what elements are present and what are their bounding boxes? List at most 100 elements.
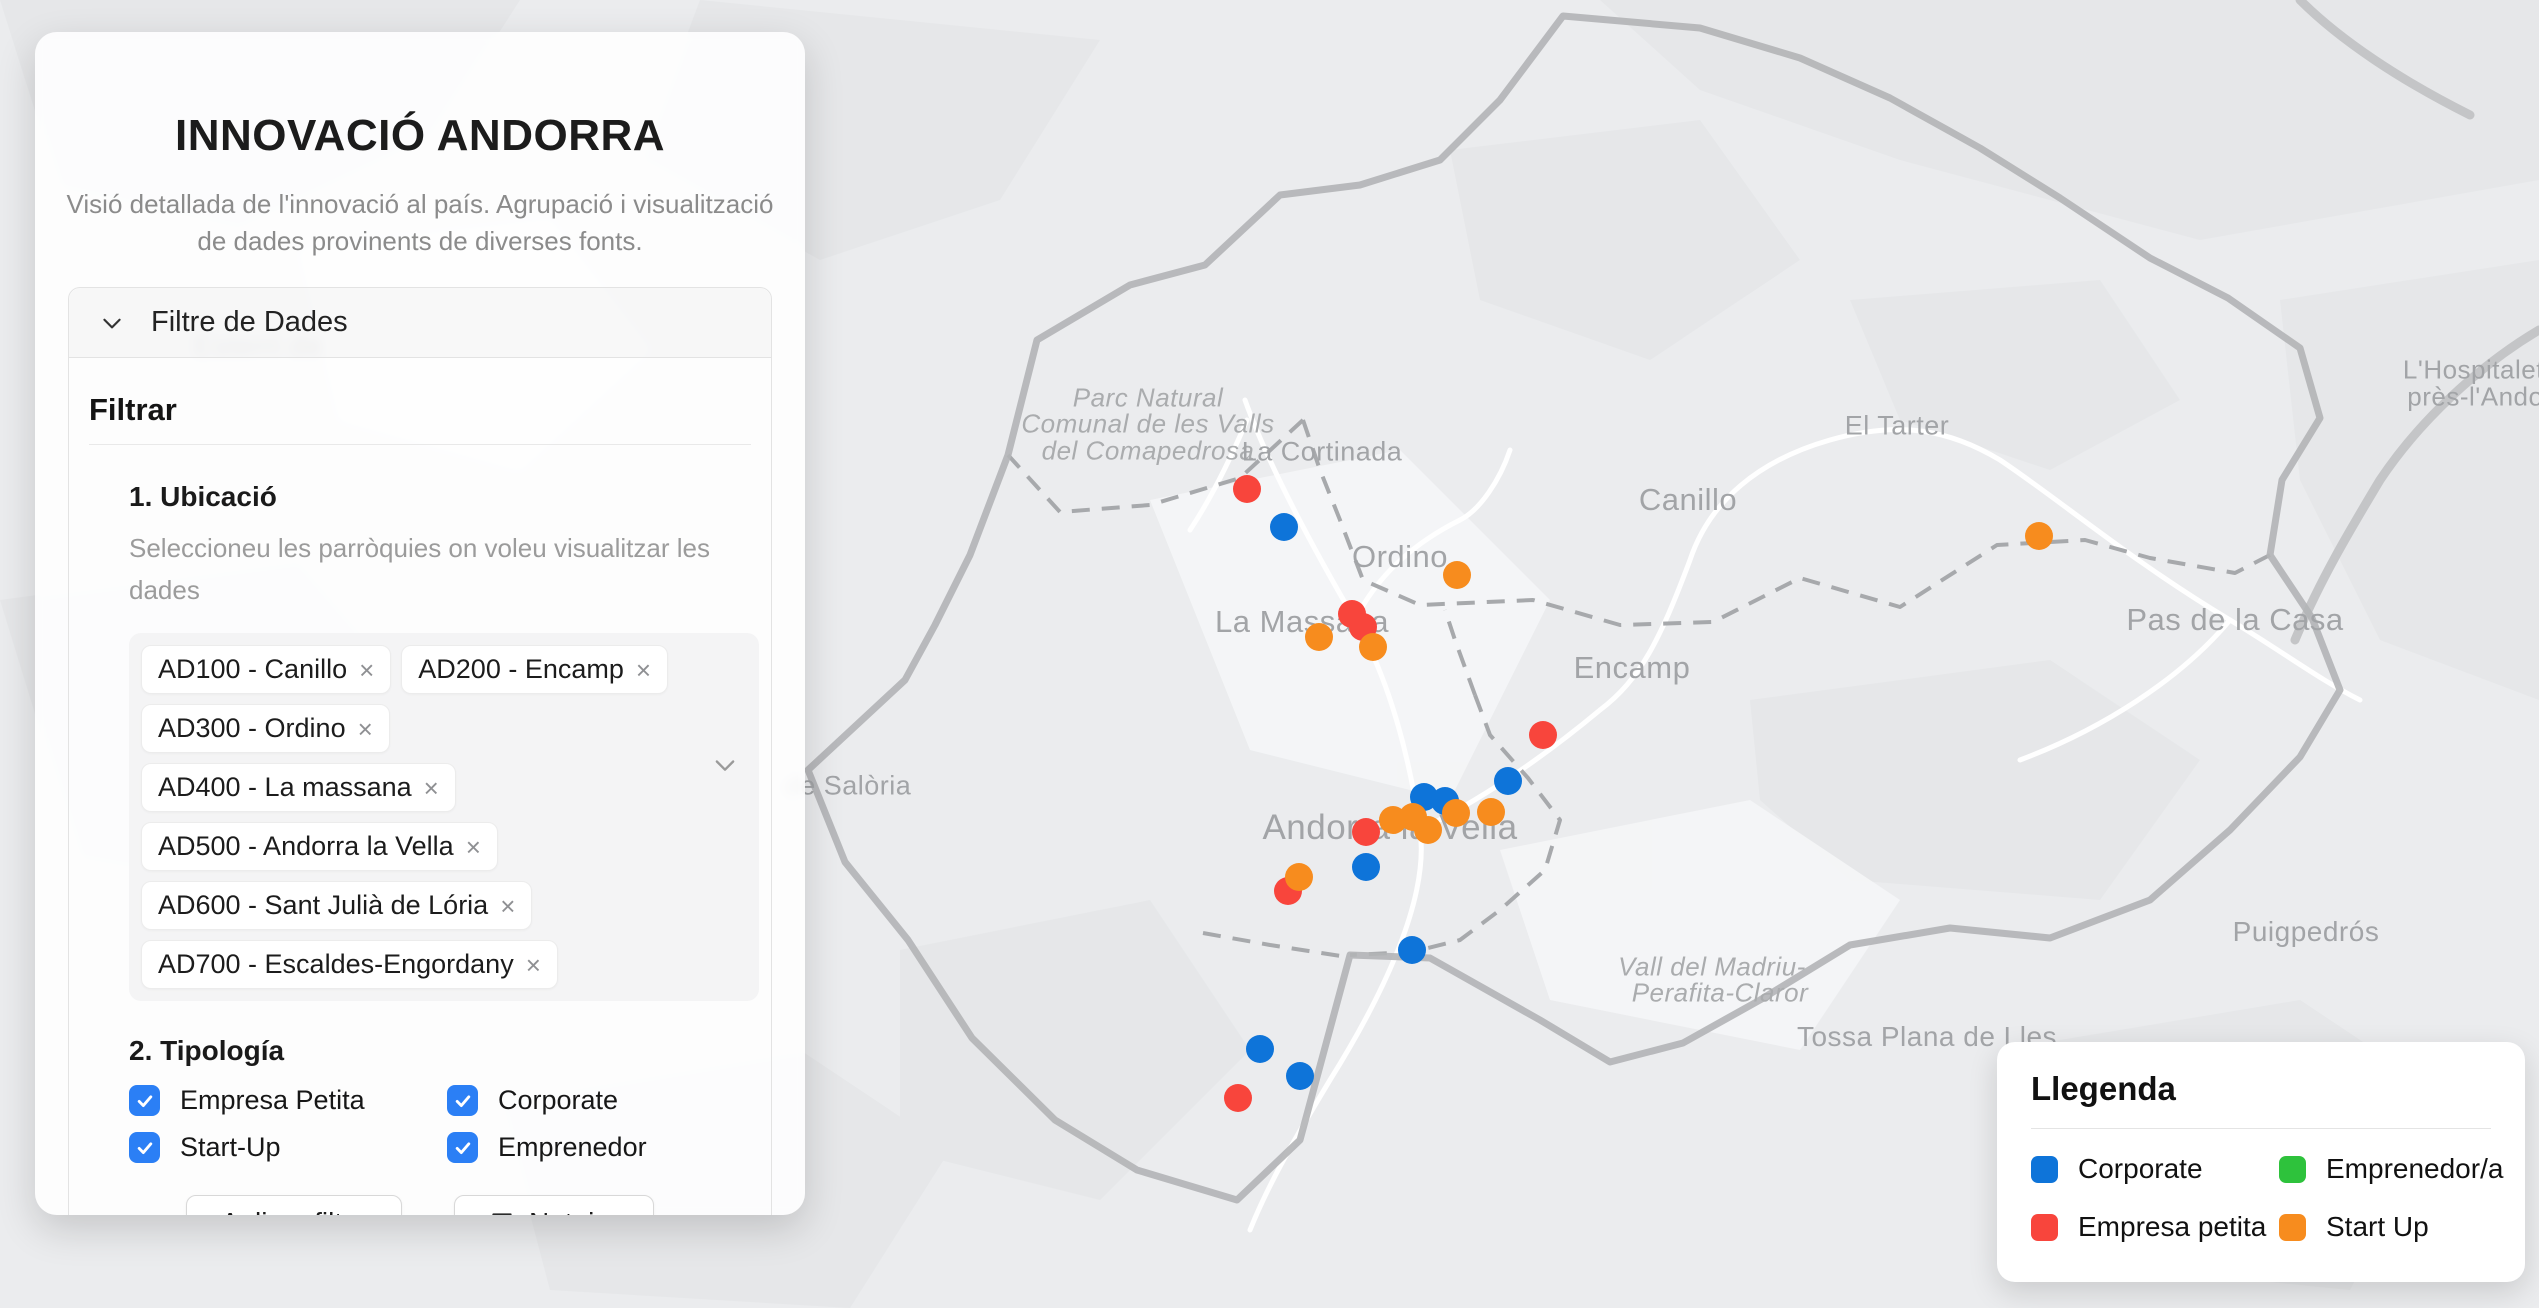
sidebar-panel: INNOVACIÓ ANDORRA Visió detallada de l'i… bbox=[35, 32, 805, 1215]
map-place-label: El Tarter bbox=[1845, 411, 1950, 442]
marker-empresa_petita[interactable] bbox=[1224, 1084, 1252, 1112]
typology-option-3: Start-Up bbox=[129, 1132, 447, 1163]
legend-color-swatch bbox=[2279, 1156, 2306, 1183]
map-place-label: La Cortinada bbox=[1242, 437, 1403, 468]
apply-filter-button[interactable]: Aplicar filtre bbox=[186, 1195, 402, 1215]
marker-empresa_petita[interactable] bbox=[1233, 475, 1261, 503]
map-place-label: Ordino bbox=[1352, 539, 1448, 575]
map-place-label: Encamp bbox=[1574, 650, 1691, 686]
marker-corporate[interactable] bbox=[1398, 936, 1426, 964]
page-title: INNOVACIÓ ANDORRA bbox=[35, 108, 805, 164]
parish-chip-label: AD600 - Sant Julià de Lória bbox=[158, 890, 488, 921]
parish-multiselect[interactable]: AD100 - Canillo×AD200 - Encamp×AD300 - O… bbox=[129, 633, 759, 1001]
legend-item-3: Empresa petita bbox=[2031, 1211, 2279, 1243]
marker-start_up[interactable] bbox=[1285, 863, 1313, 891]
parish-chip-4[interactable]: AD400 - La massana × bbox=[141, 763, 456, 812]
subtitle-line-1: Visió detallada de l'innovació al país. … bbox=[55, 186, 785, 223]
apply-filter-label: Aplicar filtre bbox=[221, 1207, 367, 1216]
typology-option-4: Emprenedor bbox=[447, 1132, 743, 1163]
accordion-header-filter[interactable]: Filtre de Dades bbox=[69, 288, 771, 358]
location-block: 1. Ubicació Seleccioneu les parròquies o… bbox=[129, 481, 743, 1001]
chevron-down-icon bbox=[99, 310, 125, 336]
marker-start_up[interactable] bbox=[1359, 633, 1387, 661]
chip-remove-icon[interactable]: × bbox=[526, 952, 541, 978]
legend-color-swatch bbox=[2031, 1214, 2058, 1241]
location-description: Seleccioneu les parròquies on voleu visu… bbox=[129, 527, 743, 611]
clear-filter-button[interactable]: Netejar bbox=[454, 1195, 654, 1215]
chip-remove-icon[interactable]: × bbox=[358, 716, 373, 742]
select-chevron-icon[interactable] bbox=[711, 751, 739, 779]
legend-divider bbox=[2031, 1128, 2491, 1129]
typology-option-1: Empresa Petita bbox=[129, 1085, 447, 1116]
accordion-container: Filtre de Dades Filtrar 1. Ubicació Sele… bbox=[68, 287, 772, 1215]
legend-color-swatch bbox=[2279, 1214, 2306, 1241]
filter-funnel-icon bbox=[489, 1210, 515, 1216]
marker-start_up[interactable] bbox=[1305, 623, 1333, 651]
parish-chip-label: AD700 - Escaldes-Engordany bbox=[158, 949, 514, 980]
parish-chip-label: AD100 - Canillo bbox=[158, 654, 347, 685]
filter-content: Filtrar 1. Ubicació Seleccioneu les parr… bbox=[69, 358, 771, 1215]
typology-options: Empresa Petita Corporate Start-Up Emprenedo… bbox=[129, 1085, 743, 1163]
checkbox-checked-icon[interactable] bbox=[447, 1132, 478, 1163]
parish-chip-5[interactable]: AD500 - Andorra la Vella× bbox=[141, 822, 498, 871]
marker-empresa_petita[interactable] bbox=[1352, 818, 1380, 846]
parish-chip-label: AD200 - Encamp bbox=[418, 654, 624, 685]
marker-corporate[interactable] bbox=[1270, 513, 1298, 541]
parish-chip-6[interactable]: AD600 - Sant Julià de Lória × bbox=[141, 881, 532, 930]
legend-title: Llegenda bbox=[2031, 1070, 2491, 1108]
chip-remove-icon[interactable]: × bbox=[636, 657, 651, 683]
marker-corporate[interactable] bbox=[1352, 853, 1380, 881]
marker-empresa_petita[interactable] bbox=[1529, 721, 1557, 749]
marker-corporate[interactable] bbox=[1286, 1062, 1314, 1090]
page-subtitle: Visió detallada de l'innovació al país. … bbox=[55, 186, 785, 260]
typology-option-label: Start-Up bbox=[180, 1132, 281, 1163]
marker-start_up[interactable] bbox=[2025, 522, 2053, 550]
typology-option-label: Emprenedor bbox=[498, 1132, 647, 1163]
legend-panel: Llegenda CorporateEmprenedor/aEmpresa pe… bbox=[1997, 1042, 2525, 1282]
parish-chip-label: AD300 - Ordino bbox=[158, 713, 346, 744]
legend-item-label: Emprenedor/a bbox=[2326, 1153, 2503, 1185]
legend-item-2: Emprenedor/a bbox=[2279, 1153, 2503, 1185]
parish-chip-3[interactable]: AD300 - Ordino × bbox=[141, 704, 390, 753]
map-place-label: Canillo bbox=[1639, 482, 1737, 518]
legend-item-1: Corporate bbox=[2031, 1153, 2279, 1185]
chip-remove-icon[interactable]: × bbox=[359, 657, 374, 683]
map-place-label: Perafita-Claror bbox=[1632, 978, 1809, 1009]
chip-remove-icon[interactable]: × bbox=[424, 775, 439, 801]
parish-chip-7[interactable]: AD700 - Escaldes-Engordany × bbox=[141, 940, 558, 989]
filter-heading: Filtrar bbox=[89, 392, 751, 445]
checkbox-checked-icon[interactable] bbox=[129, 1132, 160, 1163]
legend-item-label: Empresa petita bbox=[2078, 1211, 2266, 1243]
map-place-label: Pas de la Casa bbox=[2126, 602, 2343, 638]
marker-start_up[interactable] bbox=[1442, 799, 1470, 827]
typology-option-label: Empresa Petita bbox=[180, 1085, 365, 1116]
typology-option-label: Corporate bbox=[498, 1085, 618, 1116]
subtitle-line-2: de dades provinents de diverses fonts. bbox=[55, 223, 785, 260]
marker-start_up[interactable] bbox=[1414, 816, 1442, 844]
legend-items: CorporateEmprenedor/aEmpresa petitaStart… bbox=[2031, 1153, 2491, 1243]
checkbox-checked-icon[interactable] bbox=[129, 1085, 160, 1116]
marker-corporate[interactable] bbox=[1246, 1035, 1274, 1063]
marker-corporate[interactable] bbox=[1494, 767, 1522, 795]
location-label: 1. Ubicació bbox=[129, 481, 743, 513]
typology-label: 2. Tipología bbox=[129, 1035, 743, 1067]
checkbox-checked-icon[interactable] bbox=[447, 1085, 478, 1116]
map-place-label: del Comapedrosa bbox=[1042, 436, 1255, 467]
marker-start_up[interactable] bbox=[1443, 561, 1471, 589]
parish-chip-1[interactable]: AD100 - Canillo × bbox=[141, 645, 391, 694]
map-place-label: près-l'Andorre bbox=[2407, 382, 2539, 413]
parish-chip-label: AD400 - La massana bbox=[158, 772, 412, 803]
accordion-header-filter-label: Filtre de Dades bbox=[151, 306, 348, 339]
parish-chip-2[interactable]: AD200 - Encamp × bbox=[401, 645, 668, 694]
marker-start_up[interactable] bbox=[1477, 798, 1505, 826]
clear-filter-label: Netejar bbox=[529, 1207, 619, 1216]
map-place-label: Puigpedrós bbox=[2233, 916, 2380, 948]
chip-remove-icon[interactable]: × bbox=[500, 893, 515, 919]
typology-option-2: Corporate bbox=[447, 1085, 743, 1116]
chip-remove-icon[interactable]: × bbox=[466, 834, 481, 860]
filter-buttons-row: Aplicar filtre Netejar bbox=[89, 1195, 751, 1215]
legend-item-4: Start Up bbox=[2279, 1211, 2503, 1243]
legend-color-swatch bbox=[2031, 1156, 2058, 1183]
legend-item-label: Start Up bbox=[2326, 1211, 2429, 1243]
typology-block: 2. Tipología Empresa Petita Corporate Star… bbox=[129, 1035, 743, 1163]
